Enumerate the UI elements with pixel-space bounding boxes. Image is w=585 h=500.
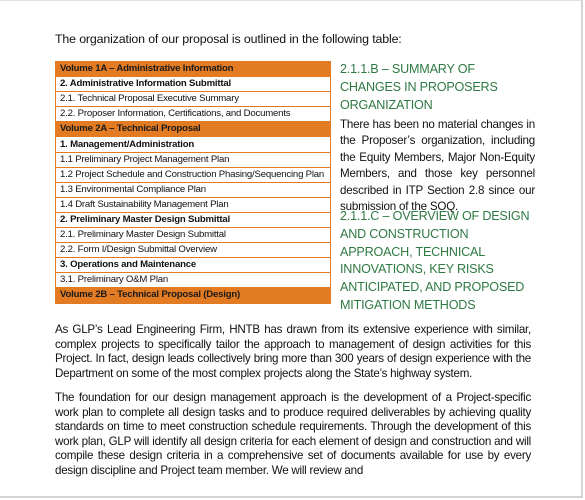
table-volume-header-row: Volume 2A – Technical Proposal xyxy=(55,121,331,138)
table-cell: 1.2 Project Schedule and Construction Ph… xyxy=(55,166,331,183)
table-cell: 2. Preliminary Master Design Submittal xyxy=(55,211,331,229)
table-cell: Volume 2A – Technical Proposal xyxy=(55,121,331,138)
section-heading-overview-design: 2.1.1.C – OVERVIEW OF DESIGN AND CONSTRU… xyxy=(340,209,530,312)
table-cell: 2.1. Preliminary Master Design Submittal xyxy=(55,227,331,244)
section-heading-summary-of-changes: 2.1.1.B – SUMMARY OF CHANGES IN PROPOSER… xyxy=(340,62,498,112)
table-row: 2.1. Technical Proposal Executive Summar… xyxy=(55,91,331,108)
table-volume-header-row: Volume 2B – Technical Proposal (Design) xyxy=(55,287,331,304)
table-row: 1.3 Environmental Compliance Plan xyxy=(55,181,331,198)
table-cell: Volume 2B – Technical Proposal (Design) xyxy=(55,287,331,304)
document-page: The organization of our proposal is outl… xyxy=(0,0,583,498)
table-row: 3. Operations and Maintenance xyxy=(55,257,331,274)
table-cell: 1.3 Environmental Compliance Plan xyxy=(55,181,331,198)
table-cell: 3.1. Preliminary O&M Plan xyxy=(55,272,331,289)
table-cell: 1.4 Draft Sustainability Management Plan xyxy=(55,196,331,213)
proposal-organization-table: Volume 1A – Administrative Information 2.… xyxy=(55,60,331,304)
table-row: 1.4 Draft Sustainability Management Plan xyxy=(55,196,331,213)
table-cell: 1. Management/Administration xyxy=(55,136,331,153)
body-paragraph: The foundation for our design management… xyxy=(55,391,531,477)
table-cell: 2.2. Form I/Design Submittal Overview xyxy=(55,242,331,259)
table-cell: 2. Administrative Information Submittal xyxy=(55,76,331,93)
table-row: 2.1. Preliminary Master Design Submittal xyxy=(55,227,331,244)
section-body-summary-of-changes: There has been no material changes in th… xyxy=(340,118,535,214)
table-volume-header-row: Volume 1A – Administrative Information xyxy=(55,60,331,78)
body-paragraph: As GLP’s Lead Engineering Firm, HNTB has… xyxy=(55,323,531,380)
table-cell: 3. Operations and Maintenance xyxy=(55,257,331,274)
table-row: 1.2 Project Schedule and Construction Ph… xyxy=(55,166,331,183)
table-row: 2. Administrative Information Submittal xyxy=(55,76,331,93)
table-row: 2.2. Form I/Design Submittal Overview xyxy=(55,242,331,259)
table-row: 2. Preliminary Master Design Submittal xyxy=(55,211,331,229)
table-row: 1. Management/Administration xyxy=(55,136,331,153)
intro-text: The organization of our proposal is outl… xyxy=(55,32,402,46)
table-row: 1.1 Preliminary Project Management Plan xyxy=(55,151,331,168)
table-row: 3.1. Preliminary O&M Plan xyxy=(55,272,331,289)
table-row: 2.2. Proposer Information, Certification… xyxy=(55,106,331,123)
table-cell: 2.1. Technical Proposal Executive Summar… xyxy=(55,91,331,108)
table-cell: 2.2. Proposer Information, Certification… xyxy=(55,106,331,123)
table-cell: 1.1 Preliminary Project Management Plan xyxy=(55,151,331,168)
table-cell: Volume 1A – Administrative Information xyxy=(55,60,331,78)
